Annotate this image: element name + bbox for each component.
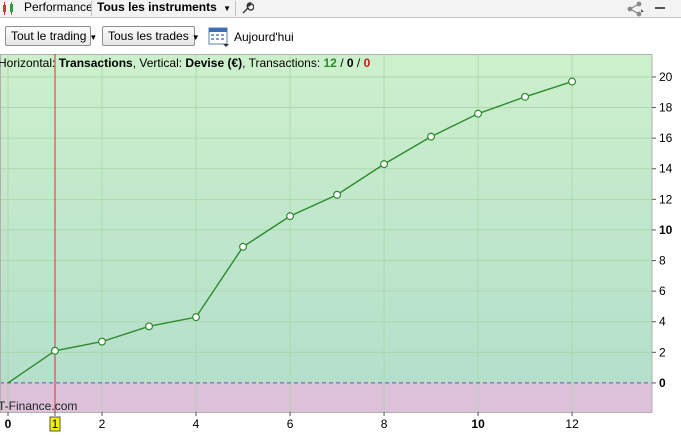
- chevron-down-icon: ▼: [191, 33, 200, 42]
- instruments-label: Tous les instruments: [97, 0, 217, 14]
- separator: [235, 1, 236, 16]
- y-axis: 0 2 4 6 8 10 12 14 16 18 20: [652, 70, 673, 390]
- loss-zone: [0, 382, 652, 412]
- data-point: [98, 337, 107, 346]
- y-tick-label: 6: [659, 284, 666, 298]
- info-prefix: Horizontal:: [0, 56, 59, 70]
- profit-zone: [0, 54, 652, 383]
- x-tick-label: 1: [52, 417, 59, 431]
- y-tick-label: 14: [659, 162, 673, 176]
- instruments-dropdown[interactable]: Tous les instruments ▼: [97, 0, 231, 17]
- data-point: [333, 190, 342, 199]
- y-tick-label: 0: [659, 376, 666, 390]
- x-axis-name: Transactions: [59, 56, 133, 70]
- y-tick-label: 16: [659, 131, 673, 145]
- trades-filter-label: Tous les trades: [108, 29, 189, 43]
- top-bar: Performance Tous les instruments ▼: [0, 0, 681, 18]
- filter-toolbar: Tout le trading ▼ Tous les trades ▼ Aujour…: [0, 18, 681, 54]
- performance-chart: 0 2 4 6 8 10 12 14 16 18 20 0 1 2 4 6 8 10 12 Horizontal:…: [0, 54, 681, 433]
- performance-tab[interactable]: Performance: [24, 0, 93, 17]
- data-point: [239, 242, 248, 251]
- watermark: T-Finance.com: [0, 399, 77, 413]
- data-point: [427, 132, 436, 141]
- x-tick-label: 12: [565, 417, 579, 431]
- y-tick-label: 12: [659, 192, 673, 206]
- y-tick-label: 10: [659, 223, 673, 237]
- data-point: [286, 212, 295, 221]
- candlestick-icon: [3, 2, 13, 15]
- wrench-icon[interactable]: [240, 1, 254, 15]
- x-tick-label: 6: [287, 417, 294, 431]
- info-sep: /: [354, 56, 364, 70]
- info-count-label: , Transactions:: [242, 56, 323, 70]
- separator: [91, 1, 92, 16]
- trading-filter-label: Tout le trading: [11, 29, 87, 43]
- total-trades: 12: [324, 56, 338, 70]
- chart-info: Horizontal: Transactions, Vertical: Devi…: [0, 56, 371, 70]
- x-tick-label: 8: [381, 417, 388, 431]
- x-tick-label: 2: [99, 417, 106, 431]
- x-axis: 0 1 2 4 6 8 10 12: [5, 412, 579, 432]
- losing-trades: 0: [364, 56, 371, 70]
- calendar-icon[interactable]: [208, 26, 230, 48]
- y-tick-label: 8: [659, 254, 666, 268]
- info-sep: /: [337, 56, 347, 70]
- info-mid: , Vertical:: [133, 56, 186, 70]
- y-tick-label: 18: [659, 101, 673, 115]
- share-icon[interactable]: [626, 1, 646, 17]
- data-point: [474, 109, 483, 118]
- data-point: [568, 77, 577, 86]
- x-tick-label: 4: [193, 417, 200, 431]
- data-point: [380, 160, 389, 169]
- equity-curve-chart: 02468101214161820 0 1 2 4 6 8 10 12 Horizontal:…: [0, 54, 673, 432]
- trading-filter-dropdown[interactable]: Tout le trading ▼: [5, 26, 97, 46]
- data-point: [51, 346, 60, 355]
- date-range-label[interactable]: Aujourd'hui: [234, 30, 294, 44]
- y-tick-label: 2: [659, 345, 666, 359]
- y-tick-label: 4: [659, 315, 666, 329]
- trades-filter-dropdown[interactable]: Tous les trades ▼: [102, 26, 200, 46]
- data-point: [521, 92, 530, 101]
- y-tick-label: 20: [659, 70, 673, 84]
- x-tick-label: 0: [5, 417, 12, 431]
- x-tick-label: 10: [471, 417, 485, 431]
- minimize-icon[interactable]: [654, 1, 666, 15]
- chevron-down-icon: ▼: [223, 4, 232, 13]
- chevron-down-icon: ▼: [89, 33, 98, 42]
- y-axis-name: Devise (€): [185, 56, 242, 70]
- data-point: [145, 322, 154, 331]
- data-point: [192, 313, 201, 322]
